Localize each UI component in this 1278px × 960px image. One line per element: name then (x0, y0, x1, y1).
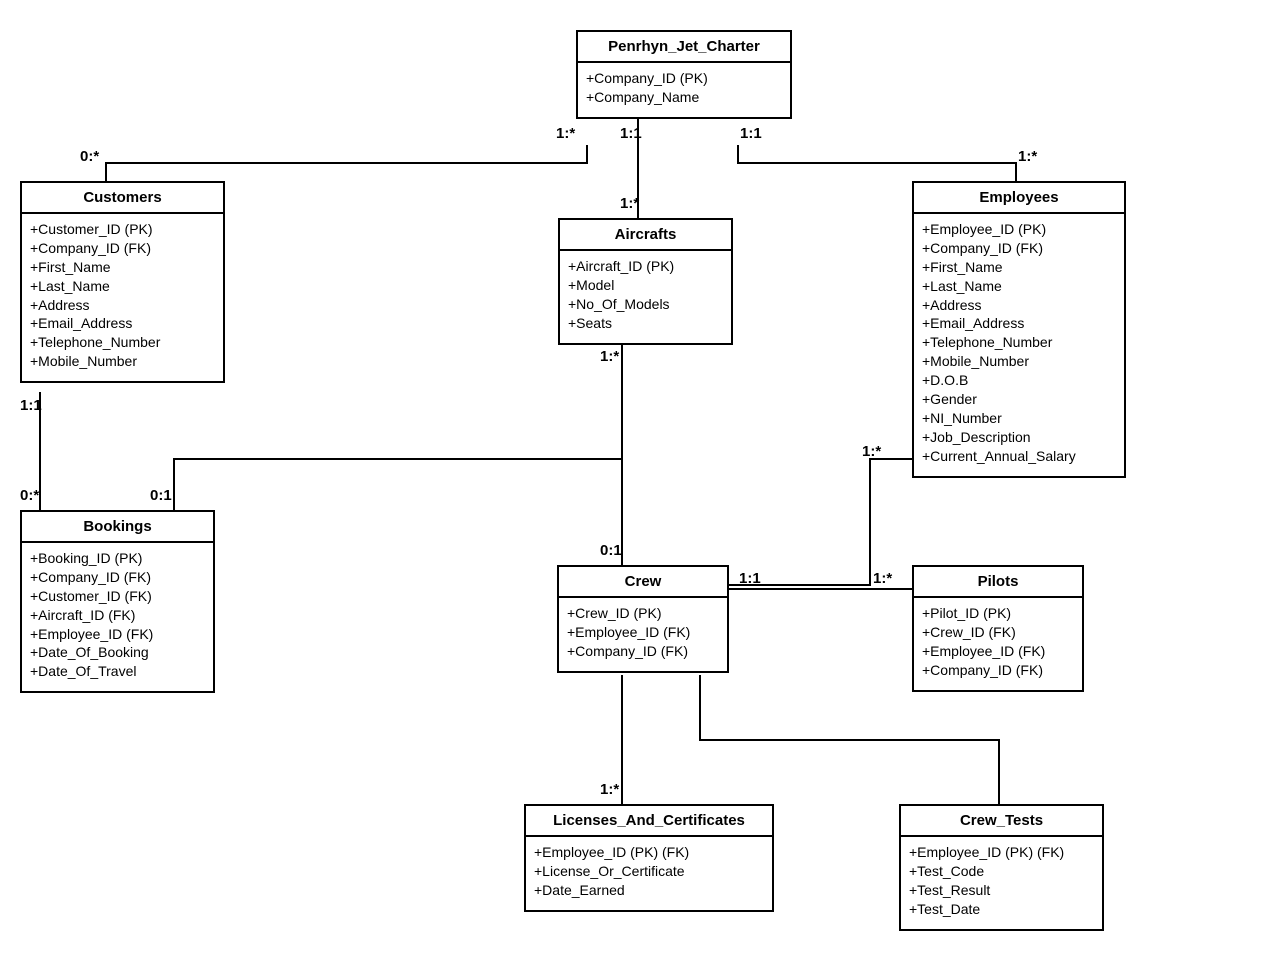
attribute-row: +Job_Description (922, 428, 1116, 447)
entity-penrhyn-jet-charter: Penrhyn_Jet_Charter +Company_ID (PK)+Com… (576, 30, 792, 119)
attribute-row: +Crew_ID (PK) (567, 604, 719, 623)
er-diagram-canvas: 1:* 1:1 1:1 0:* 1:* 1:* 1:1 1:* 0:* 0:1 … (0, 0, 1278, 960)
attribute-row: +First_Name (30, 258, 215, 277)
multiplicity-penrhyn-employees-b: 1:* (1018, 148, 1037, 165)
entity-attrs-crewtests: +Employee_ID (PK) (FK)+Test_Code+Test_Re… (901, 837, 1102, 929)
attribute-row: +Employee_ID (FK) (30, 625, 205, 644)
multiplicity-penrhyn-aircrafts-a: 1:1 (620, 125, 642, 142)
attribute-row: +Company_ID (FK) (30, 239, 215, 258)
entity-title: Bookings (22, 512, 213, 543)
multiplicity-employees-crew-a: 1:* (862, 443, 881, 460)
attribute-row: +Mobile_Number (30, 352, 215, 371)
attribute-row: +Test_Result (909, 881, 1094, 900)
attribute-row: +Mobile_Number (922, 352, 1116, 371)
attribute-row: +Employee_ID (PK) (922, 220, 1116, 239)
attribute-row: +First_Name (922, 258, 1116, 277)
attribute-row: +D.O.B (922, 371, 1116, 390)
entity-employees: Employees +Employee_ID (PK)+Company_ID (… (912, 181, 1126, 478)
attribute-row: +No_Of_Models (568, 295, 723, 314)
attribute-row: +Company_Name (586, 88, 782, 107)
entity-title: Crew (559, 567, 727, 598)
attribute-row: +Telephone_Number (30, 333, 215, 352)
multiplicity-crew-licenses-a: 1:* (600, 781, 619, 798)
multiplicity-penrhyn-aircrafts-b: 1:* (620, 195, 639, 212)
attribute-row: +Company_ID (FK) (922, 661, 1074, 680)
attribute-row: +Address (30, 296, 215, 315)
attribute-row: +Aircraft_ID (PK) (568, 257, 723, 276)
attribute-row: +Seats (568, 314, 723, 333)
entity-aircrafts: Aircrafts +Aircraft_ID (PK)+Model+No_Of_… (558, 218, 733, 345)
entity-title: Licenses_And_Certificates (526, 806, 772, 837)
attribute-row: +Company_ID (FK) (922, 239, 1116, 258)
multiplicity-aircrafts-crew-b: 0:1 (600, 542, 622, 559)
attribute-row: +Company_ID (FK) (30, 568, 205, 587)
attribute-row: +Current_Annual_Salary (922, 447, 1116, 466)
multiplicity-customers-bookings-a: 1:1 (20, 397, 42, 414)
attribute-row: +Customer_ID (FK) (30, 587, 205, 606)
attribute-row: +Email_Address (922, 314, 1116, 333)
multiplicity-penrhyn-customers-a: 1:* (556, 125, 575, 142)
attribute-row: +Employee_ID (FK) (922, 642, 1074, 661)
attribute-row: +Test_Code (909, 862, 1094, 881)
attribute-row: +Aircraft_ID (FK) (30, 606, 205, 625)
attribute-row: +Company_ID (PK) (586, 69, 782, 88)
attribute-row: +Model (568, 276, 723, 295)
entity-attrs-bookings: +Booking_ID (PK)+Company_ID (FK)+Custome… (22, 543, 213, 691)
attribute-row: +Last_Name (30, 277, 215, 296)
entity-attrs-crew: +Crew_ID (PK)+Employee_ID (FK)+Company_I… (559, 598, 727, 671)
attribute-row: +NI_Number (922, 409, 1116, 428)
entity-attrs-customers: +Customer_ID (PK)+Company_ID (FK)+First_… (22, 214, 223, 381)
attribute-row: +Customer_ID (PK) (30, 220, 215, 239)
attribute-row: +Address (922, 296, 1116, 315)
attribute-row: +Date_Of_Booking (30, 643, 205, 662)
entity-crew-tests: Crew_Tests +Employee_ID (PK) (FK)+Test_C… (899, 804, 1104, 931)
attribute-row: +Date_Of_Travel (30, 662, 205, 681)
entity-attrs-aircrafts: +Aircraft_ID (PK)+Model+No_Of_Models+Sea… (560, 251, 731, 343)
entity-attrs-licenses: +Employee_ID (PK) (FK)+License_Or_Certif… (526, 837, 772, 910)
entity-title: Employees (914, 183, 1124, 214)
multiplicity-aircrafts-bookings-b: 0:1 (150, 487, 172, 504)
entity-title: Aircrafts (560, 220, 731, 251)
multiplicity-penrhyn-customers-b: 0:* (80, 148, 99, 165)
attribute-row: +Booking_ID (PK) (30, 549, 205, 568)
entity-title: Customers (22, 183, 223, 214)
entity-attrs-pilots: +Pilot_ID (PK)+Crew_ID (FK)+Employee_ID … (914, 598, 1082, 690)
attribute-row: +Crew_ID (FK) (922, 623, 1074, 642)
attribute-row: +Employee_ID (PK) (FK) (534, 843, 764, 862)
entity-pilots: Pilots +Pilot_ID (PK)+Crew_ID (FK)+Emplo… (912, 565, 1084, 692)
entity-title: Crew_Tests (901, 806, 1102, 837)
entity-licenses-and-certificates: Licenses_And_Certificates +Employee_ID (… (524, 804, 774, 912)
attribute-row: +Email_Address (30, 314, 215, 333)
attribute-row: +Telephone_Number (922, 333, 1116, 352)
attribute-row: +Test_Date (909, 900, 1094, 919)
entity-title: Pilots (914, 567, 1082, 598)
entity-crew: Crew +Crew_ID (PK)+Employee_ID (FK)+Comp… (557, 565, 729, 673)
entity-attrs-employees: +Employee_ID (PK)+Company_ID (FK)+First_… (914, 214, 1124, 476)
entity-title: Penrhyn_Jet_Charter (578, 32, 790, 63)
attribute-row: +Pilot_ID (PK) (922, 604, 1074, 623)
multiplicity-crew-pilots-a: 1:1 (739, 570, 761, 587)
multiplicity-aircrafts-bookings-a: 1:* (600, 348, 619, 365)
entity-bookings: Bookings +Booking_ID (PK)+Company_ID (FK… (20, 510, 215, 693)
attribute-row: +License_Or_Certificate (534, 862, 764, 881)
attribute-row: +Employee_ID (PK) (FK) (909, 843, 1094, 862)
attribute-row: +Date_Earned (534, 881, 764, 900)
attribute-row: +Company_ID (FK) (567, 642, 719, 661)
entity-customers: Customers +Customer_ID (PK)+Company_ID (… (20, 181, 225, 383)
multiplicity-crew-pilots-b: 1:* (873, 570, 892, 587)
multiplicity-customers-bookings-b: 0:* (20, 487, 39, 504)
entity-attrs-penrhyn: +Company_ID (PK)+Company_Name (578, 63, 790, 117)
attribute-row: +Employee_ID (FK) (567, 623, 719, 642)
attribute-row: +Last_Name (922, 277, 1116, 296)
multiplicity-penrhyn-employees-a: 1:1 (740, 125, 762, 142)
attribute-row: +Gender (922, 390, 1116, 409)
